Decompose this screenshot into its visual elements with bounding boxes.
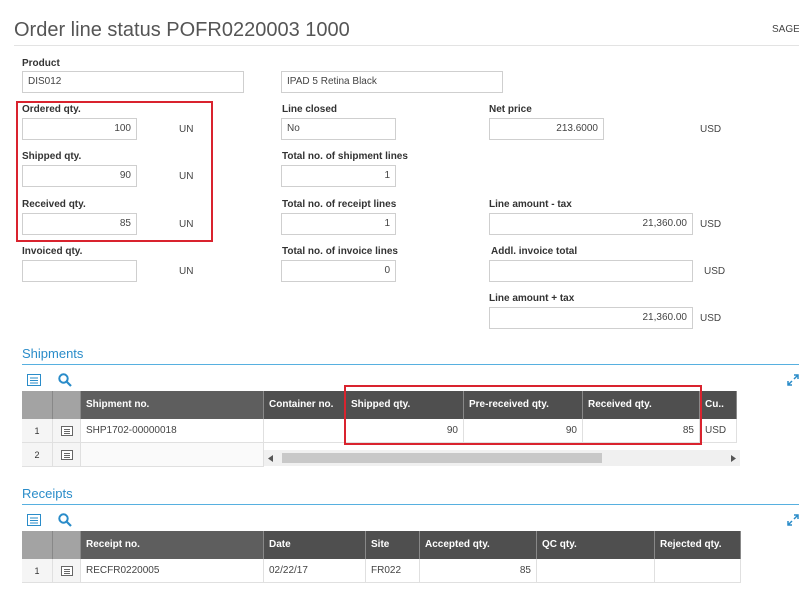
list-icon[interactable] [27, 374, 41, 386]
invoiced-qty-label: Invoiced qty. [22, 246, 83, 257]
receipt-rejected-qty-cell[interactable] [655, 559, 741, 583]
shipped-qty-label: Shipped qty. [22, 151, 82, 162]
scroll-right-icon[interactable] [730, 455, 736, 462]
receipt-lines-field[interactable]: 1 [281, 213, 396, 235]
scroll-left-icon[interactable] [268, 455, 274, 462]
invoiced-qty-unit: UN [179, 266, 194, 277]
receipts-col-rejected-qty[interactable]: Rejected qty. [655, 531, 741, 559]
currency-cell[interactable]: USD [700, 419, 737, 443]
line-closed-label: Line closed [282, 104, 338, 115]
shipments-col-shipment-no[interactable]: Shipment no. [81, 391, 264, 419]
shipments-icon-header [53, 391, 81, 419]
line-amount-minus-tax-currency: USD [700, 219, 722, 230]
shipments-section-title: Shipments [22, 346, 84, 361]
container-no-cell[interactable] [264, 419, 346, 443]
receipts-col-date[interactable]: Date [264, 531, 366, 559]
shipments-rownum-header [22, 391, 53, 419]
net-price-currency: USD [700, 124, 722, 135]
receipts-icon-header [53, 531, 81, 559]
app-corner-label: SAGE [772, 24, 799, 35]
receipt-date-cell[interactable]: 02/22/17 [264, 559, 366, 583]
shipments-section-divider [22, 364, 799, 365]
list-icon[interactable] [27, 514, 41, 526]
invoice-lines-field[interactable]: 0 [281, 260, 396, 282]
line-closed-field[interactable]: No [281, 118, 396, 140]
shipped-qty-field[interactable]: 90 [22, 165, 137, 187]
addl-invoice-total-field[interactable] [489, 260, 693, 282]
search-icon[interactable] [58, 373, 72, 387]
received-qty-label: Received qty. [22, 199, 86, 210]
product-label: Product [22, 58, 60, 69]
expand-icon[interactable] [787, 514, 799, 526]
shipment-lines-label: Total no. of shipment lines [282, 151, 408, 162]
net-price-label: Net price [489, 104, 532, 115]
shipment-qty-highlight [344, 385, 702, 445]
receipt-site-cell[interactable]: FR022 [366, 559, 420, 583]
addl-invoice-total-currency: USD [704, 266, 726, 277]
ordered-qty-unit: UN [179, 124, 194, 135]
invoice-lines-label: Total no. of invoice lines [282, 246, 398, 257]
receipt-no-cell[interactable]: RECFR0220005 [81, 559, 264, 583]
product-description-field[interactable]: IPAD 5 Retina Black [281, 71, 503, 93]
line-amount-plus-tax-currency: USD [700, 313, 722, 324]
scrollbar-thumb[interactable] [282, 453, 602, 463]
receipts-col-accepted-qty[interactable]: Accepted qty. [420, 531, 537, 559]
receipts-section-divider [22, 504, 799, 505]
line-amount-minus-tax-label: Line amount - tax [489, 199, 572, 210]
title-divider [14, 45, 799, 46]
receipts-col-qc-qty[interactable]: QC qty. [537, 531, 655, 559]
row-detail-icon[interactable] [61, 566, 73, 576]
expand-icon[interactable] [787, 374, 799, 386]
received-qty-unit: UN [179, 219, 194, 230]
shipped-qty-unit: UN [179, 171, 194, 182]
table-row[interactable] [53, 419, 81, 443]
product-code-field[interactable]: DIS012 [22, 71, 244, 93]
shipment-no-cell-empty[interactable] [81, 443, 264, 467]
table-row[interactable] [53, 559, 81, 583]
table-row[interactable] [53, 443, 81, 467]
invoiced-qty-field[interactable] [22, 260, 137, 282]
receipts-section-title: Receipts [22, 486, 73, 501]
shipments-header-filler [737, 391, 799, 419]
table-row-number: 2 [22, 443, 53, 467]
shipment-no-cell[interactable]: SHP1702-00000018 [81, 419, 264, 443]
net-price-field[interactable]: 213.6000 [489, 118, 604, 140]
receipts-rownum-header [22, 531, 53, 559]
shipments-scrollbar[interactable] [264, 450, 740, 466]
shipments-col-currency[interactable]: Cu.. [700, 391, 737, 419]
line-amount-plus-tax-field[interactable]: 21,360.00 [489, 307, 693, 329]
shipment-lines-field[interactable]: 1 [281, 165, 396, 187]
search-icon[interactable] [58, 513, 72, 527]
ordered-qty-label: Ordered qty. [22, 104, 81, 115]
ordered-qty-field[interactable]: 100 [22, 118, 137, 140]
row-detail-icon[interactable] [61, 450, 73, 460]
line-amount-minus-tax-field[interactable]: 21,360.00 [489, 213, 693, 235]
receipt-qc-qty-cell[interactable] [537, 559, 655, 583]
receipt-lines-label: Total no. of receipt lines [282, 199, 397, 210]
shipments-col-container-no[interactable]: Container no. [264, 391, 346, 419]
page-title: Order line status POFR0220003 1000 [14, 19, 350, 41]
table-row-number: 1 [22, 559, 53, 583]
row-detail-icon[interactable] [61, 426, 73, 436]
receipt-accepted-qty-cell[interactable]: 85 [420, 559, 537, 583]
table-row-number: 1 [22, 419, 53, 443]
receipts-col-site[interactable]: Site [366, 531, 420, 559]
addl-invoice-total-label: Addl. invoice total [491, 246, 578, 257]
line-amount-plus-tax-label: Line amount + tax [489, 293, 575, 304]
receipts-col-receipt-no[interactable]: Receipt no. [81, 531, 264, 559]
received-qty-field[interactable]: 85 [22, 213, 137, 235]
